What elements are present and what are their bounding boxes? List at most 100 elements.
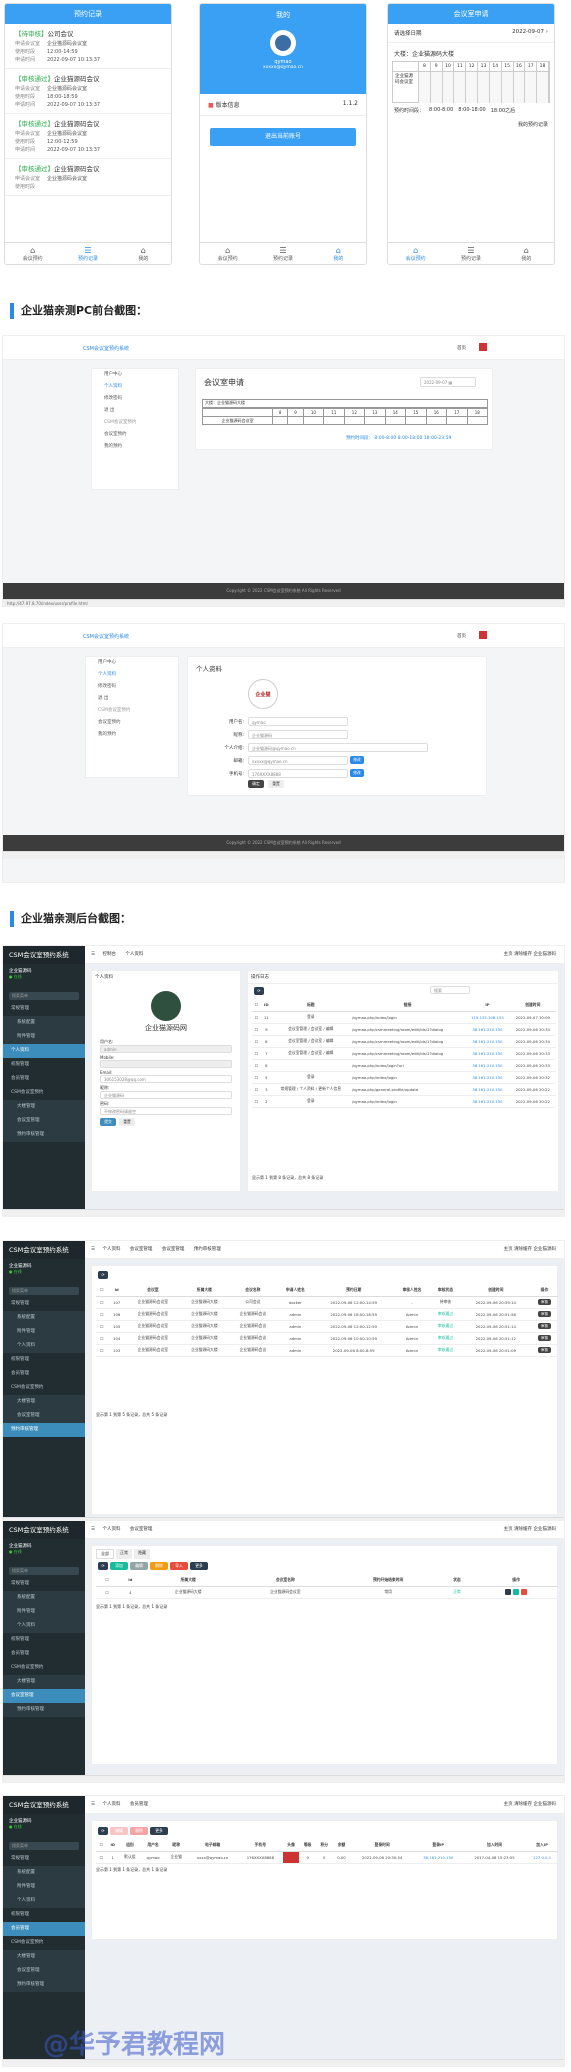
row-checkbox[interactable]: ☐ (252, 1047, 261, 1060)
column-header[interactable]: 登录时间 (350, 1839, 414, 1852)
select-all-checkbox[interactable]: ☐ (96, 1839, 107, 1852)
menu-search-input[interactable]: 搜索菜单 (9, 1287, 79, 1295)
column-header[interactable]: 操作 (474, 1574, 558, 1587)
table-row[interactable]: ☐ 103 企业猫源码会议室 企业猫源码大楼 企业猫源码会议 admin 2022-09-0… (96, 1344, 558, 1357)
slot-cell[interactable] (343, 416, 366, 425)
site-logo[interactable]: CSM会议室预约系统 (83, 633, 129, 640)
column-header[interactable]: 会议室名称 (233, 1574, 337, 1587)
field-input[interactable]: 企业猫源码 (248, 730, 348, 739)
table-row[interactable]: ☐ 105 企业猫源码会议室 企业猫源码大楼 企业猫源码会议 admin 2022-09-0… (96, 1320, 558, 1333)
column-header[interactable]: 预约开始结束时间 (336, 1574, 440, 1587)
sidebar-item[interactable]: 大楼管理 (3, 1675, 85, 1689)
row-checkbox[interactable]: ☐ (96, 1851, 107, 1864)
sidebar-item[interactable]: 会议室管理 (3, 1964, 85, 1978)
sidebar-item[interactable]: 权限管理 (3, 1353, 85, 1367)
sidebar-item[interactable]: 常规管理 (3, 1577, 85, 1591)
sidebar-item[interactable]: 权限管理 (3, 1633, 85, 1647)
column-header[interactable]: ID (260, 999, 272, 1012)
table-row[interactable]: ☐ 11 登录/qymao.php/index/login 119.135.108.1… (252, 1011, 556, 1024)
sidebar-item[interactable]: 会议室管理 (3, 1409, 85, 1423)
row-checkbox[interactable]: ☐ (252, 1071, 261, 1084)
sidebar-item[interactable]: 权限管理 (3, 1058, 85, 1072)
sidebar-item[interactable]: 系统配置 (3, 1016, 85, 1030)
version-row[interactable]: ■ 版本信息 1.1.2 (200, 94, 366, 116)
menu-my-bookings[interactable]: 我的预约 (92, 441, 178, 453)
sidebar-item[interactable]: 附件管理 (3, 1030, 85, 1044)
tab-records[interactable]: ☰ 预约记录 (60, 243, 115, 264)
column-header[interactable]: 用户名 (140, 1839, 166, 1852)
column-header[interactable]: 头像 (282, 1839, 300, 1852)
field-input[interactable]: 企业猫源码@qymao.cn (248, 743, 428, 752)
drag-icon[interactable] (505, 1588, 512, 1595)
row-checkbox[interactable]: ☐ (96, 1308, 108, 1321)
column-header[interactable]: 链接 (349, 999, 466, 1012)
tab-mine[interactable]: ⌂ 我的 (311, 243, 366, 264)
sidebar-item[interactable]: 预约审核管理 (3, 1423, 85, 1437)
table-row[interactable]: ☐ 104 企业猫源码会议室 企业猫源码大楼 企业猫源码会议 admin 2022-09-0… (96, 1332, 558, 1345)
date-input[interactable]: 2022-09-07 ▦ (420, 377, 476, 387)
record-item[interactable]: 【待审核】公司会议 申请会议室 企业猫源码会议室 使用时段 12:00-14:59 申请时… (5, 24, 171, 69)
nav-home[interactable]: 首页 (457, 633, 466, 639)
sidebar-item[interactable]: CSM会议室预约 (3, 1936, 85, 1950)
table-row[interactable]: ☐ 2 登录/qymao.php/index/login 36.161.210.150… (252, 1095, 556, 1108)
column-header[interactable]: 所属大楼 (142, 1574, 234, 1587)
avatar-icon[interactable] (479, 631, 487, 639)
row-checkbox[interactable]: ☐ (252, 1035, 261, 1048)
row-checkbox[interactable]: ☐ (96, 1586, 119, 1599)
select-all-checkbox[interactable]: ☐ (96, 1284, 108, 1297)
table-row[interactable]: ☐ 107 企业猫源码会议室 企业猫源码大楼 公司会议 docker 2022-09-06 … (96, 1296, 558, 1309)
column-header[interactable]: ID (106, 1839, 119, 1852)
sidebar-item[interactable]: 预约审核管理 (3, 1128, 85, 1142)
edit-button[interactable]: 编辑 (130, 1562, 148, 1570)
sidebar-item[interactable]: 大楼管理 (3, 1950, 85, 1964)
column-header[interactable]: 组别 (118, 1839, 141, 1852)
sidebar-item[interactable]: 权限管理 (3, 1908, 85, 1922)
slot-cell[interactable] (446, 416, 468, 425)
site-logo[interactable]: CSM会议室预约系统 (83, 345, 129, 352)
field-input[interactable]: admin (100, 1045, 232, 1053)
column-header[interactable]: 电子邮箱 (187, 1839, 238, 1852)
tab-profile[interactable]: 个人资料 (102, 1527, 120, 1532)
sidebar-item[interactable]: 会员管理 (3, 1367, 85, 1381)
refresh-button[interactable]: ⟳ (98, 1562, 108, 1570)
more-button[interactable]: 更多 (150, 1827, 168, 1835)
tab-profile[interactable]: 个人资料 (102, 1802, 120, 1807)
search-input[interactable]: 搜索 (430, 986, 470, 994)
menu-search-input[interactable]: 搜索菜单 (9, 992, 79, 1000)
menu-logout[interactable]: 退 出 (92, 405, 178, 417)
top-right-links[interactable]: 主页 清除缓存 企业猫源码 (504, 1521, 556, 1539)
row-checkbox[interactable]: ☐ (96, 1332, 108, 1345)
column-header[interactable]: 余额 (332, 1839, 351, 1852)
column-header[interactable]: 会议室 (125, 1284, 181, 1297)
audit-button[interactable]: 审核 (537, 1311, 551, 1317)
tab-rooms[interactable]: 会议室管理 (130, 1527, 153, 1532)
menu-booking[interactable]: 会议室预约 (86, 717, 178, 729)
sidebar-item[interactable]: 系统配置 (3, 1311, 85, 1325)
my-bookings-link[interactable]: 我的预约记录 (388, 118, 554, 131)
top-right-links[interactable]: 主页 清除缓存 企业猫源码 (504, 1241, 556, 1259)
slot-cell[interactable] (364, 416, 386, 425)
refresh-button[interactable]: ⟳ (98, 1271, 108, 1279)
tab-records[interactable]: ☰ 预约记录 (443, 243, 498, 264)
column-header[interactable]: 审核人姓名 (393, 1284, 431, 1297)
sidebar-item[interactable]: 系统配置 (3, 1866, 85, 1880)
date-picker[interactable]: 请选择日期 2022-09-07 › (388, 24, 554, 43)
menu-booking[interactable]: 会议室预约 (92, 429, 178, 441)
sidebar-item[interactable]: 附件管理 (3, 1605, 85, 1619)
menu-user-center[interactable]: 用户中心 (86, 657, 178, 669)
column-header[interactable]: 标题 (271, 999, 350, 1012)
slot-cell[interactable] (489, 72, 502, 103)
sidebar-item[interactable]: 会员管理 (3, 1072, 85, 1086)
column-header[interactable]: 预约日期 (313, 1284, 394, 1297)
table-row[interactable]: ☐ 5 登录/qymao.php/index/login 36.161.210.150… (252, 1071, 556, 1084)
slot-cell[interactable] (405, 416, 427, 425)
change-button[interactable]: 修改 (350, 756, 364, 764)
select-all-checkbox[interactable]: ☐ (252, 999, 261, 1012)
audit-button[interactable]: 审核 (537, 1347, 551, 1353)
change-button[interactable]: 修改 (350, 769, 364, 777)
admin-brand[interactable]: CSM会议室预约系统 (3, 1521, 85, 1539)
column-header[interactable]: 审核状态 (430, 1284, 461, 1297)
column-header[interactable]: 手机号 (237, 1839, 283, 1852)
more-button[interactable]: 更多 (190, 1562, 208, 1570)
column-header[interactable]: 积分 (315, 1839, 333, 1852)
